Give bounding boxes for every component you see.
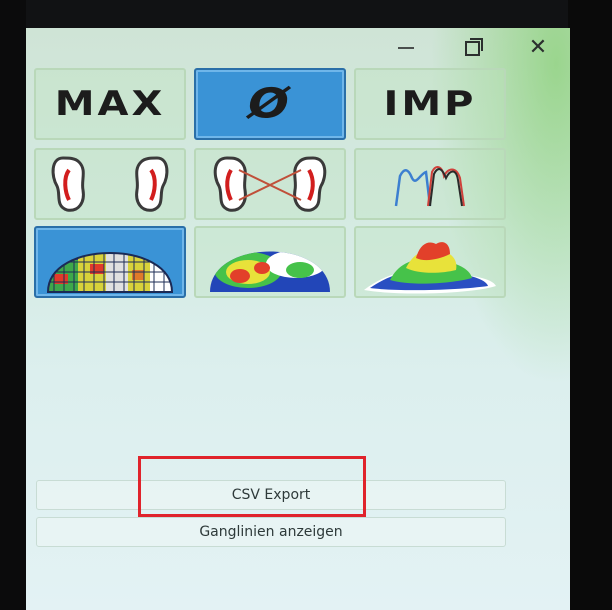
feet-crossed-lines-icon [213,156,327,212]
maximize-icon[interactable] [460,36,484,60]
view-feet-crossed-button[interactable] [194,148,346,220]
window-controls: ✕ [394,36,550,60]
mode-average-label: Ø [248,80,292,128]
app-window: ✕ MAX Ø IMP CSV Export Ganglinien anzeig… [26,28,570,610]
view-pressure-curve-button[interactable] [354,148,506,220]
pressure-curve-icon [394,166,465,207]
heatmap-2d-icon [210,251,330,292]
view-grid-map-button[interactable] [34,226,186,298]
red-highlight-box [138,456,366,517]
view-feet-outline-button[interactable] [34,148,186,220]
minimize-icon[interactable] [394,36,418,60]
mode-imp-button[interactable]: IMP [354,68,506,140]
heatmap-3d-icon [364,242,496,294]
show-curves-label: Ganglinien anzeigen [199,524,343,540]
view-heatmap-3d-button[interactable] [354,226,506,298]
mode-max-button[interactable]: MAX [34,68,186,140]
monitor-bezel-top [0,0,612,28]
close-icon[interactable]: ✕ [526,36,550,60]
mode-average-button[interactable]: Ø [194,68,346,140]
mode-max-label: MAX [54,84,166,124]
grid-pressure-map-icon [46,252,174,293]
mode-imp-label: IMP [383,84,477,124]
monitor-bezel-left [0,0,26,610]
view-heatmap-2d-button[interactable] [194,226,346,298]
show-curves-button[interactable]: Ganglinien anzeigen [36,517,506,547]
monitor-bezel-right [568,0,612,610]
two-feet-outline-icon [51,156,169,212]
